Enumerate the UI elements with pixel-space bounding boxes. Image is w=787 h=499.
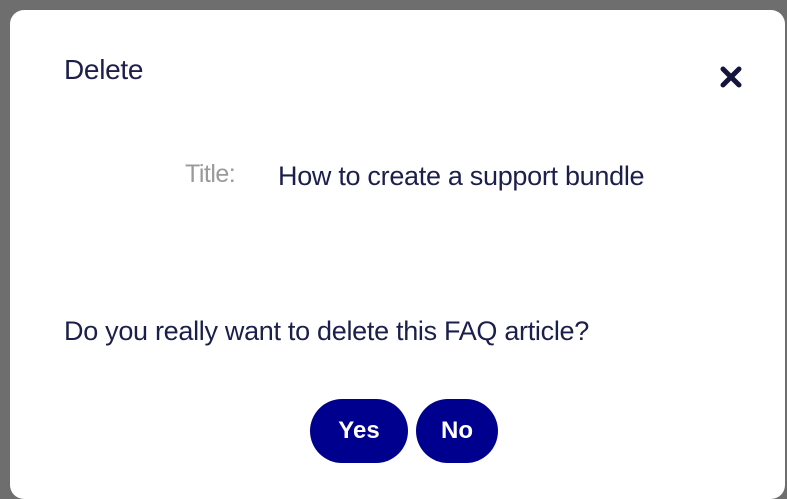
close-button[interactable] [718,64,744,90]
close-icon [720,66,742,88]
title-field-label: Title: [185,160,236,188]
confirmation-question: Do you really want to delete this FAQ ar… [64,316,589,346]
delete-dialog: Delete Title: How to create a support bu… [10,10,785,499]
title-field-value: How to create a support bundle [278,161,645,191]
yes-button[interactable]: Yes [310,399,408,463]
no-button[interactable]: No [416,399,498,463]
dialog-title: Delete [64,54,144,85]
